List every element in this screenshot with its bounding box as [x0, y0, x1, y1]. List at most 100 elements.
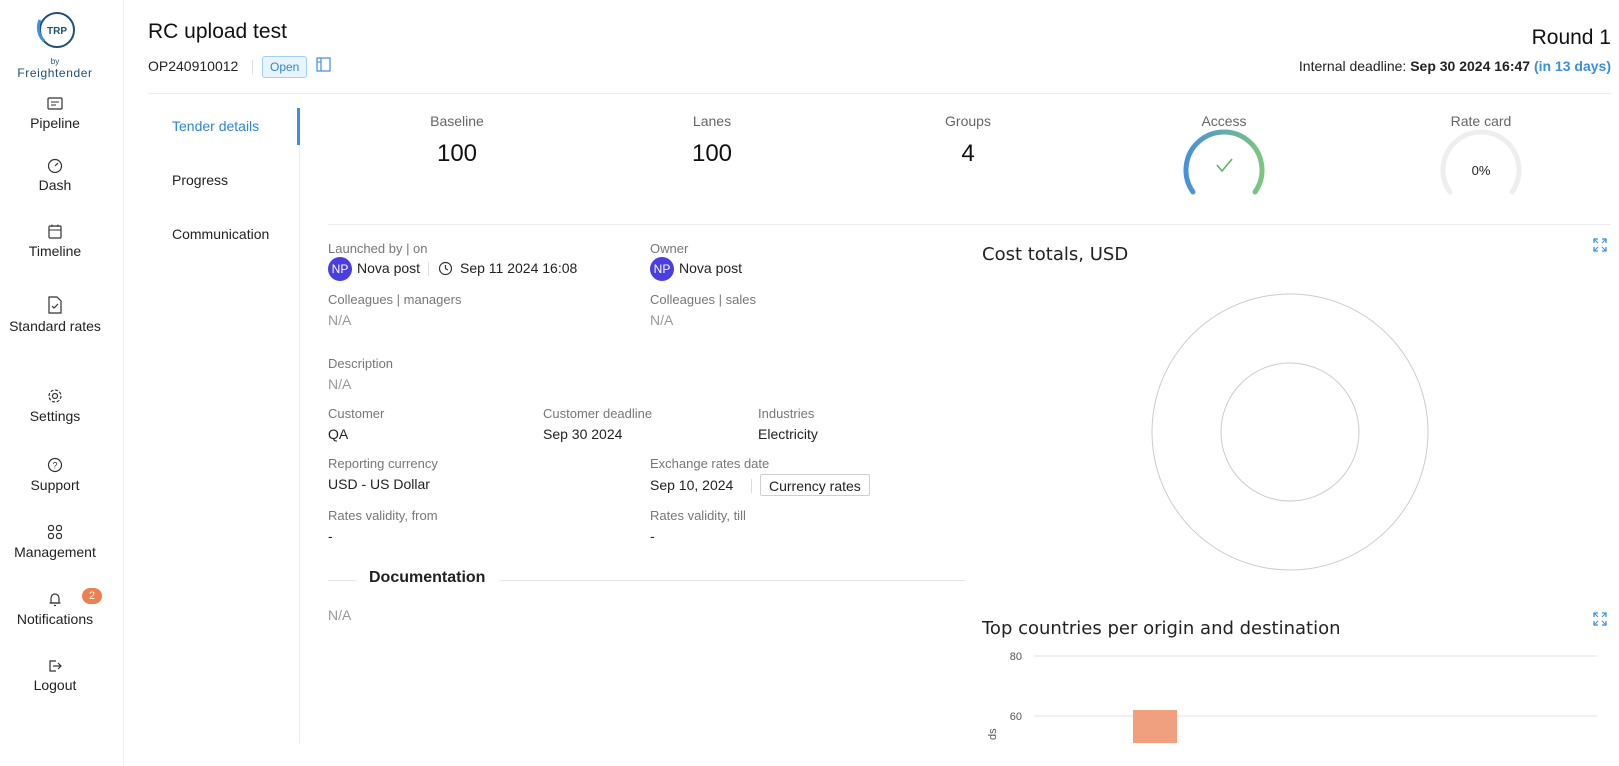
y-axis-label: ds — [987, 728, 999, 740]
app-logo[interactable]: TRP by Freightender — [0, 6, 110, 80]
divider — [252, 60, 253, 74]
customer-deadline-label: Customer deadline — [543, 406, 653, 421]
deadline-label: Internal deadline: — [1298, 58, 1407, 74]
customer-label: Customer — [328, 406, 385, 421]
sidebar-item-support[interactable]: ? Support — [0, 457, 110, 493]
sidebar-item-label: Settings — [29, 408, 81, 424]
customer-value: QA — [328, 426, 349, 442]
sidebar-item-management[interactable]: Management — [0, 524, 110, 560]
dashboard-gauge-icon — [47, 158, 63, 173]
launched-on: Sep 11 2024 16:08 — [460, 260, 578, 276]
sidebar-item-standard-rates[interactable]: Standard rates — [0, 296, 110, 334]
documentation-value: N/A — [328, 607, 352, 623]
sidebar-item-dash[interactable]: Dash — [0, 158, 110, 193]
deadline-relative: (in 13 days) — [1533, 58, 1611, 74]
colleagues-sales-value: N/A — [650, 312, 674, 328]
active-tab-indicator — [297, 108, 300, 145]
sidebar-item-label: Support — [30, 477, 80, 493]
divider — [500, 580, 965, 581]
sidebar-item-label: Standard rates — [9, 318, 101, 334]
industries-value: Electricity — [758, 426, 818, 442]
expand-icon[interactable] — [1593, 238, 1607, 252]
y-tick-label: 60 — [1010, 711, 1022, 723]
logo-brand: Freightender — [17, 66, 93, 80]
y-tick-label: 80 — [1010, 651, 1022, 663]
access-gauge — [1183, 129, 1265, 195]
logo-by: by — [50, 57, 60, 66]
reporting-currency-label: Reporting currency — [328, 456, 438, 471]
expand-icon[interactable] — [1593, 612, 1607, 626]
deadline-value: Sep 30 2024 16:47 — [1410, 58, 1531, 74]
calendar-icon — [48, 224, 62, 239]
countries-chart-title: Top countries per origin and destination — [982, 618, 1341, 639]
logo-mark: TRP — [47, 26, 67, 37]
colleagues-managers-label: Colleagues | managers — [328, 292, 462, 307]
sidebar-item-label: Notifications — [16, 611, 94, 627]
owner-name: Nova post — [679, 260, 743, 276]
sidebar-item-settings[interactable]: Settings — [0, 388, 110, 424]
page-title: RC upload test — [148, 20, 287, 43]
reporting-currency-value: USD - US Dollar — [328, 476, 430, 492]
description-value: N/A — [328, 376, 352, 392]
donut-inner-ring — [1220, 362, 1360, 502]
lanes-label: Lanes — [692, 113, 732, 129]
exchange-rates-date-label: Exchange rates date — [650, 456, 770, 471]
lanes-value: 100 — [691, 140, 733, 167]
logout-icon — [49, 660, 62, 672]
tab-tender-details[interactable]: Tender details — [172, 118, 259, 134]
rate-card-value: 0% — [1471, 163, 1491, 178]
launched-by: Nova post — [357, 260, 421, 276]
validity-till-value: - — [650, 528, 655, 544]
status-badge: Open — [262, 56, 308, 78]
currency-rates-button[interactable]: Currency rates — [760, 474, 870, 496]
divider — [428, 262, 429, 276]
customer-deadline-value: Sep 30 2024 — [543, 426, 623, 442]
donut-outer-ring — [1151, 293, 1429, 571]
avatar: NP — [650, 257, 674, 281]
documentation-title: Documentation — [369, 569, 486, 586]
stats-divider — [328, 224, 1611, 225]
grid-icon — [47, 524, 63, 540]
sidebar-item-pipeline[interactable]: Pipeline — [0, 97, 110, 131]
internal-deadline: Internal deadline: Sep 30 2024 16:47 (in… — [1299, 58, 1611, 74]
sidebar-item-label: Logout — [33, 677, 77, 693]
access-label: Access — [1201, 113, 1247, 129]
tab-progress[interactable]: Progress — [172, 172, 228, 188]
svg-text:?: ? — [52, 461, 57, 471]
check-icon — [1216, 158, 1233, 173]
file-check-icon — [48, 296, 62, 314]
sidebar: TRP by Freightender Pipeline Dash Timeli… — [0, 0, 124, 766]
launched-label: Launched by | on — [328, 241, 428, 256]
sidebar-item-timeline[interactable]: Timeline — [0, 224, 110, 259]
exchange-rates-date-value: Sep 10, 2024 — [650, 477, 734, 493]
groups-label: Groups — [945, 113, 991, 129]
validity-from-value: - — [328, 528, 333, 544]
layout-panel-icon[interactable] — [316, 57, 331, 72]
cost-chart-title: Cost totals, USD — [982, 244, 1129, 265]
industries-label: Industries — [758, 406, 815, 421]
baseline-value: 100 — [436, 140, 478, 167]
question-circle-icon: ? — [47, 457, 63, 473]
divider — [328, 580, 356, 581]
divider — [751, 479, 752, 493]
avatar: NP — [328, 257, 352, 281]
clock-icon — [438, 261, 453, 276]
sidebar-item-label: Management — [14, 544, 96, 560]
tender-code: OP240910012 — [148, 58, 239, 74]
header-divider — [148, 93, 1611, 94]
description-label: Description — [328, 356, 394, 371]
countries-bar-chart: 60 80 ds — [987, 651, 1597, 743]
cost-donut-chart — [1151, 293, 1429, 571]
colleagues-managers-value: N/A — [328, 312, 352, 328]
sidebar-item-label: Pipeline — [30, 115, 80, 131]
sidebar-item-logout[interactable]: Logout — [0, 659, 110, 693]
round-label: Round 1 — [1531, 26, 1611, 49]
pipeline-icon — [47, 97, 63, 110]
rate-card-label: Rate card — [1450, 113, 1512, 129]
notification-count-badge: 2 — [82, 588, 102, 604]
colleagues-sales-label: Colleagues | sales — [650, 292, 756, 307]
owner-label: Owner — [650, 241, 689, 256]
tab-communication[interactable]: Communication — [172, 226, 269, 242]
sidebar-item-label: Timeline — [28, 243, 82, 259]
bell-icon — [49, 593, 61, 607]
